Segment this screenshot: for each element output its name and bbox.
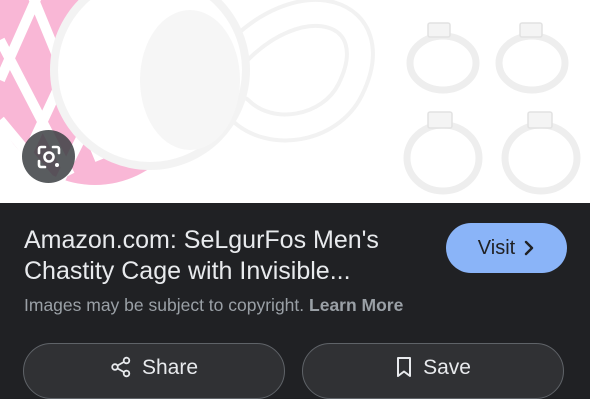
learn-more-link[interactable]: Learn More (309, 295, 403, 315)
google-lens-button[interactable] (22, 130, 75, 183)
save-label: Save (423, 356, 471, 379)
visit-label: Visit (477, 236, 516, 259)
share-icon (110, 356, 132, 378)
result-title[interactable]: Amazon.com: SeLgurFos Men's Chastity Cag… (24, 225, 424, 287)
visit-button[interactable]: Visit (446, 223, 567, 273)
bookmark-icon (395, 356, 413, 378)
result-title-line2[interactable]: Chastity Cage with Invisible... (24, 256, 424, 287)
product-image (0, 0, 581, 195)
copyright-text: Images may be subject to copyright. (24, 295, 305, 315)
share-button[interactable]: Share (23, 343, 285, 399)
result-info-panel: Amazon.com: SeLgurFos Men's Chastity Cag… (0, 203, 590, 399)
result-title-line1[interactable]: Amazon.com: SeLgurFos Men's (24, 225, 424, 256)
google-lens-icon (37, 145, 60, 168)
copyright-notice: Images may be subject to copyright. Lear… (24, 295, 403, 316)
save-button[interactable]: Save (302, 343, 564, 399)
image-preview[interactable] (0, 0, 590, 203)
share-label: Share (141, 356, 199, 379)
chevron-right-icon (525, 240, 534, 256)
